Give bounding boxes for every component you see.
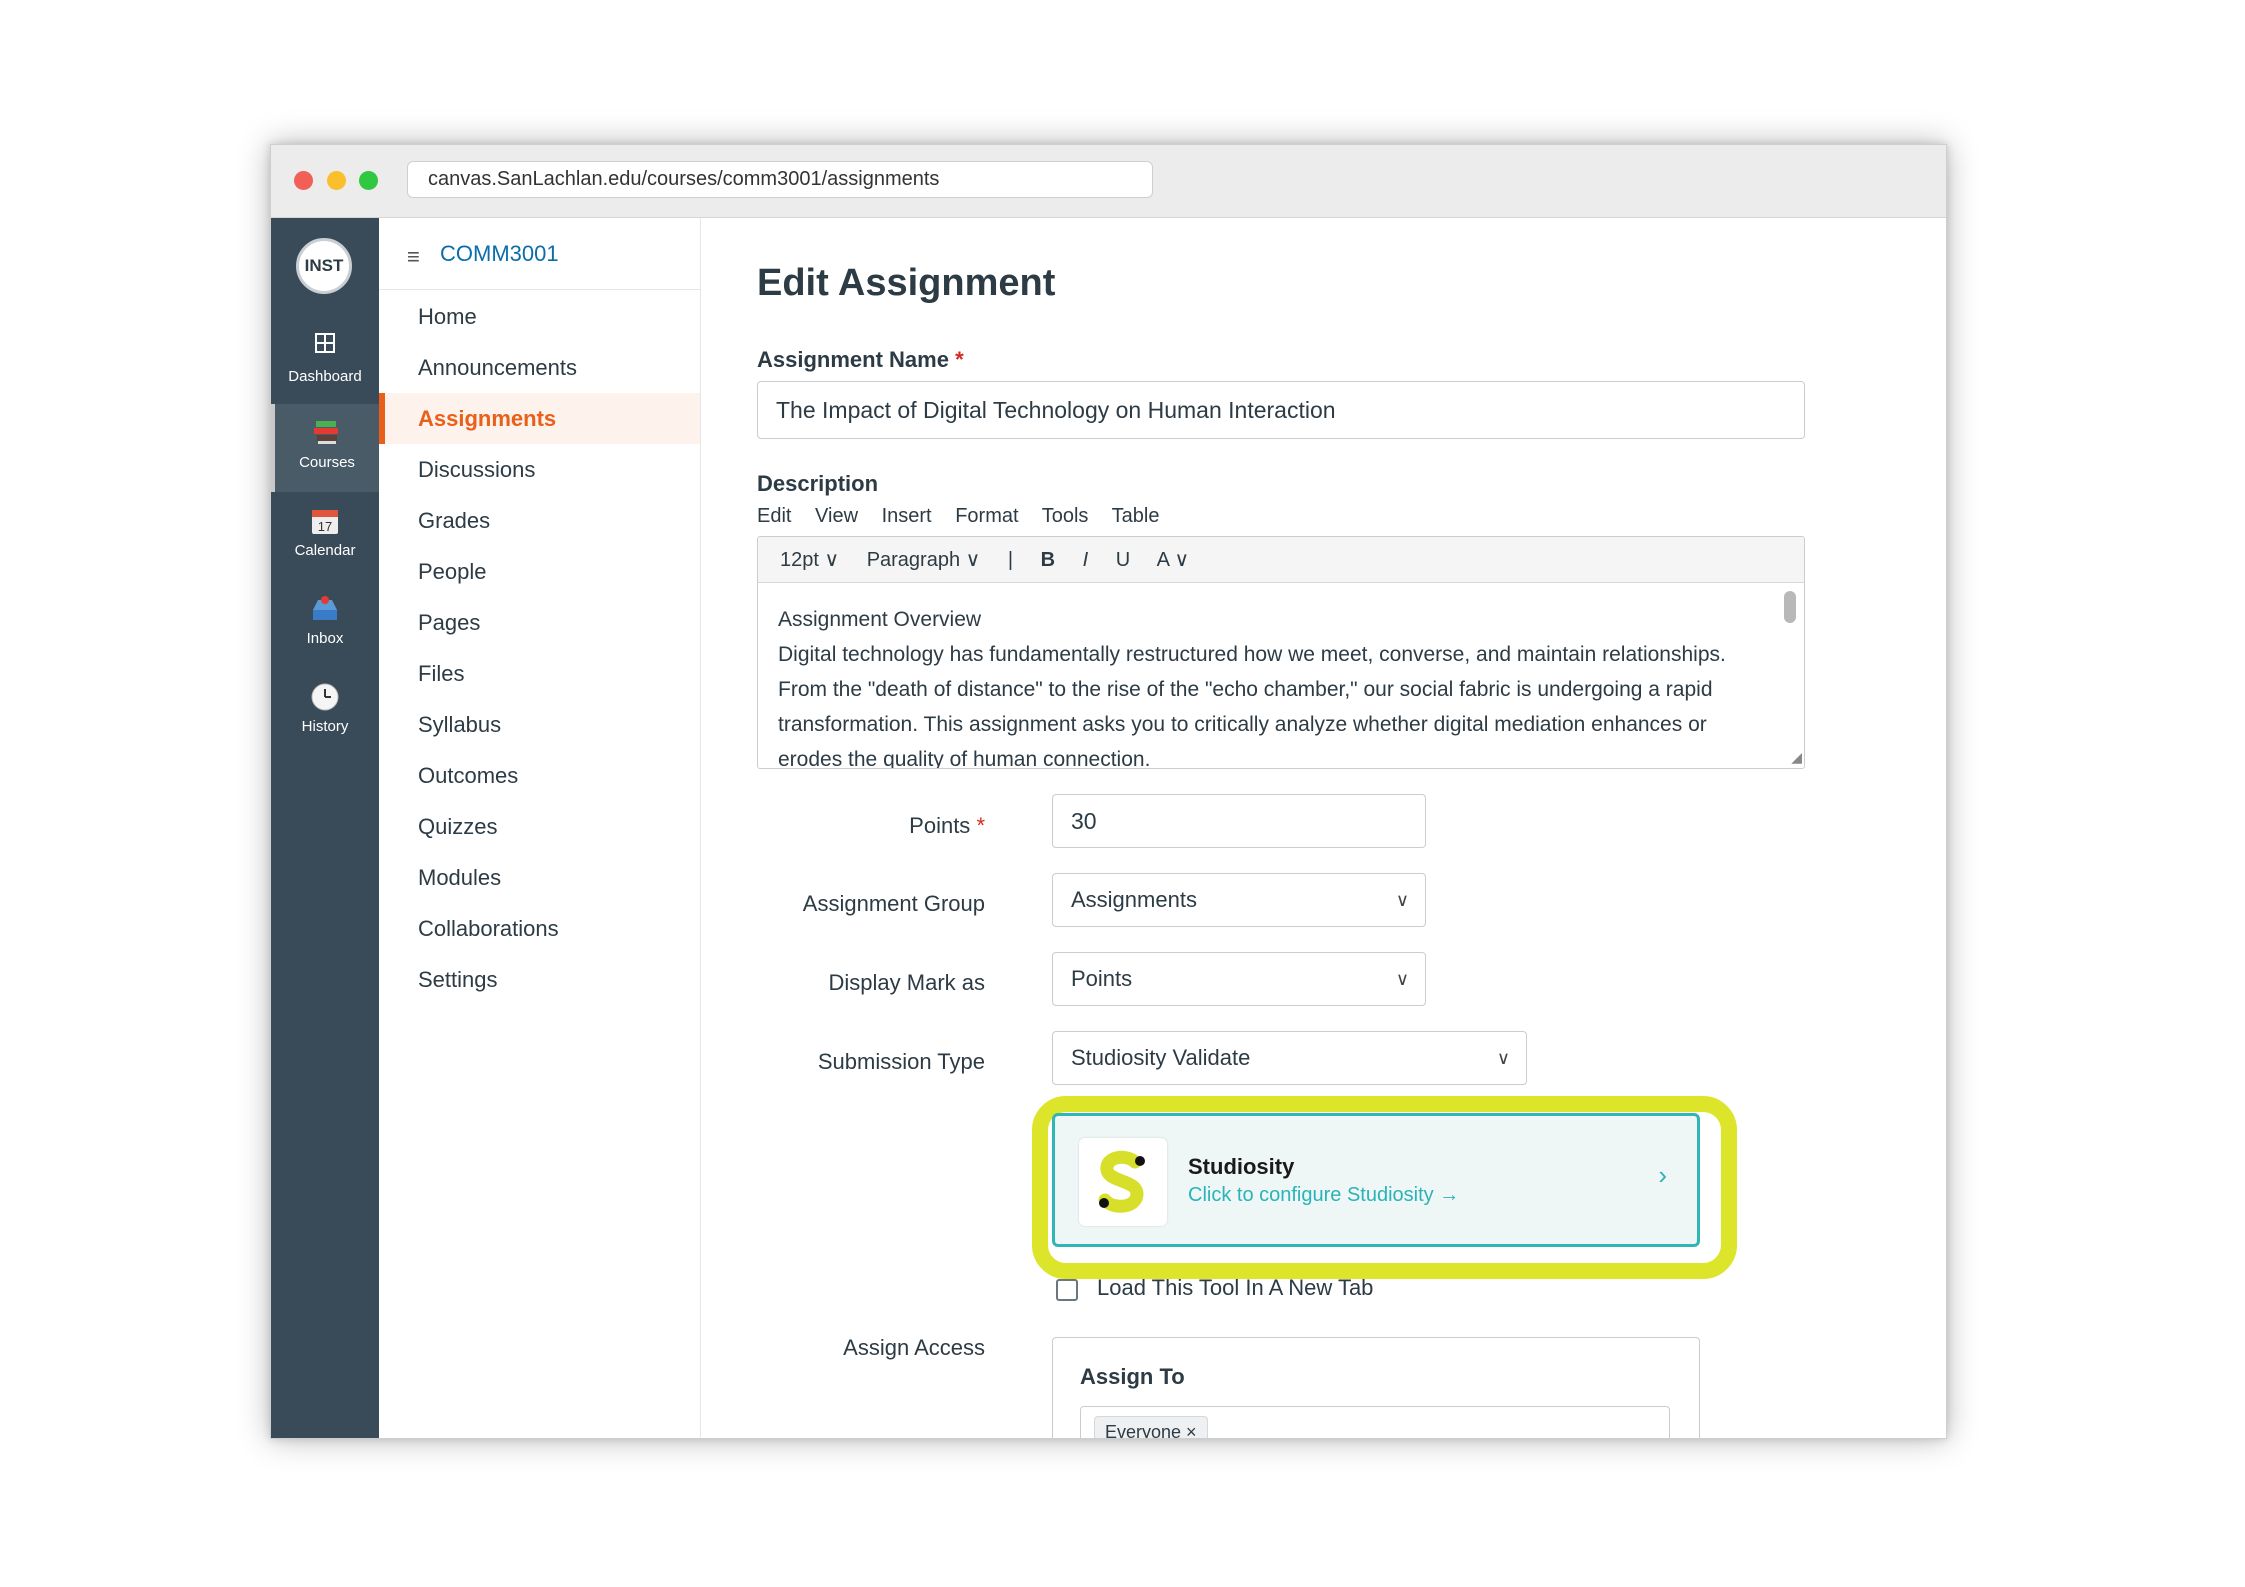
- course-nav-pages[interactable]: Pages: [379, 597, 700, 648]
- display-mark-select[interactable]: Points ∨: [1052, 952, 1426, 1006]
- assignment-group-label: Assignment Group: [802, 891, 985, 916]
- close-window-button[interactable]: [294, 171, 313, 190]
- dashboard-icon: [310, 332, 340, 362]
- course-nav-grades[interactable]: Grades: [379, 495, 700, 546]
- global-nav-dashboard[interactable]: Dashboard: [271, 318, 379, 406]
- new-tab-checkbox[interactable]: [1056, 1279, 1078, 1301]
- address-bar[interactable]: canvas.SanLachlan.edu/courses/comm3001/a…: [407, 161, 1153, 198]
- global-nav-history[interactable]: History: [271, 668, 379, 756]
- calendar-icon: 17: [310, 506, 340, 536]
- browser-titlebar: canvas.SanLachlan.edu/courses/comm3001/a…: [271, 145, 1946, 218]
- description-heading: Assignment Overview: [778, 608, 982, 631]
- submission-type-label: Submission Type: [817, 1049, 985, 1074]
- course-nav-modules[interactable]: Modules: [379, 852, 700, 903]
- assignment-name-label: Assignment Name *: [757, 347, 964, 372]
- rich-text-editor: 12pt ∨ Paragraph ∨ | B I U A ∨ Assignmen…: [757, 536, 1805, 769]
- course-nav-discussions[interactable]: Discussions: [379, 444, 700, 495]
- browser-window: canvas.SanLachlan.edu/courses/comm3001/a…: [270, 144, 1947, 1439]
- editor-menu-view[interactable]: View: [815, 505, 858, 527]
- assign-access-card: Assign To Everyone ×: [1052, 1337, 1700, 1438]
- course-nav-assignments[interactable]: Assignments: [379, 393, 700, 444]
- global-nav-courses[interactable]: Courses: [271, 404, 379, 492]
- minimize-window-button[interactable]: [327, 171, 346, 190]
- editor-scrollbar[interactable]: [1784, 591, 1796, 623]
- course-nav: ≡ COMM3001 Home Announcements Assignment…: [379, 218, 701, 1438]
- course-nav-header: ≡ COMM3001: [379, 218, 700, 290]
- inbox-icon: [310, 594, 340, 624]
- required-marker: *: [955, 347, 964, 372]
- assign-to-label: Assign To: [1080, 1364, 1185, 1389]
- course-nav-announcements[interactable]: Announcements: [379, 342, 700, 393]
- editor-menu-insert[interactable]: Insert: [882, 505, 932, 527]
- course-nav-people[interactable]: People: [379, 546, 700, 597]
- everyone-tag[interactable]: Everyone ×: [1094, 1416, 1208, 1438]
- assignment-group-select[interactable]: Assignments ∨: [1052, 873, 1426, 927]
- chevron-down-icon: ∨: [1395, 890, 1409, 910]
- assign-access-label: Assign Access: [843, 1335, 985, 1360]
- global-nav-inbox[interactable]: Inbox: [271, 580, 379, 668]
- course-nav-quizzes[interactable]: Quizzes: [379, 801, 700, 852]
- editor-menubar: Edit View Insert Format Tools Table: [757, 505, 1177, 528]
- institution-logo[interactable]: INST: [296, 238, 352, 294]
- course-nav-syllabus[interactable]: Syllabus: [379, 699, 700, 750]
- studiosity-logo-icon: [1079, 1138, 1167, 1226]
- display-mark-label: Display Mark as: [828, 970, 985, 995]
- editor-menu-edit[interactable]: Edit: [757, 505, 791, 527]
- bold-button[interactable]: B: [1041, 549, 1055, 571]
- studiosity-title: Studiosity: [1188, 1154, 1295, 1179]
- course-nav-files[interactable]: Files: [379, 648, 700, 699]
- editor-menu-tools[interactable]: Tools: [1042, 505, 1089, 527]
- points-input[interactable]: 30: [1052, 794, 1426, 848]
- chevron-down-icon: ∨: [1395, 969, 1409, 989]
- main-content: Edit Assignment Assignment Name * The Im…: [701, 218, 1946, 1438]
- global-nav-calendar[interactable]: 17 Calendar: [271, 492, 379, 580]
- course-nav-home[interactable]: Home: [379, 291, 700, 342]
- editor-toolbar: 12pt ∨ Paragraph ∨ | B I U A ∨: [758, 537, 1804, 583]
- global-nav: INST Dashboard Courses 17 Calendar Inbox: [271, 218, 379, 1438]
- text-color-dropdown[interactable]: A ∨: [1157, 549, 1189, 571]
- course-code-link[interactable]: COMM3001: [440, 241, 559, 267]
- studiosity-tool-card[interactable]: Studiosity Click to configure Studiosity…: [1052, 1113, 1700, 1247]
- editor-menu-table[interactable]: Table: [1112, 505, 1160, 527]
- chevron-right-icon: ›: [1658, 1160, 1667, 1190]
- chevron-down-icon: ∨: [1496, 1048, 1510, 1068]
- points-label: Points *: [909, 813, 985, 838]
- block-format-dropdown[interactable]: Paragraph ∨: [867, 549, 981, 571]
- editor-content-area[interactable]: Assignment Overview Digital technology h…: [758, 583, 1804, 769]
- configure-studiosity-link[interactable]: Click to configure Studiosity →: [1188, 1184, 1459, 1207]
- svg-text:17: 17: [318, 519, 332, 534]
- resize-handle-icon[interactable]: ◢: [1791, 749, 1802, 766]
- editor-menu-format[interactable]: Format: [955, 505, 1018, 527]
- hamburger-menu-icon[interactable]: ≡: [407, 244, 420, 270]
- page-title: Edit Assignment: [757, 262, 1056, 304]
- course-nav-outcomes[interactable]: Outcomes: [379, 750, 700, 801]
- toolbar-separator: |: [1007, 549, 1014, 571]
- font-size-dropdown[interactable]: 12pt ∨: [780, 549, 839, 571]
- maximize-window-button[interactable]: [359, 171, 378, 190]
- italic-button[interactable]: I: [1083, 549, 1089, 571]
- submission-type-select[interactable]: Studiosity Validate ∨: [1052, 1031, 1527, 1085]
- history-icon: [310, 682, 340, 712]
- new-tab-label: Load This Tool In A New Tab: [1097, 1275, 1374, 1300]
- course-nav-settings[interactable]: Settings: [379, 954, 700, 1005]
- assign-to-input[interactable]: Everyone ×: [1080, 1406, 1670, 1438]
- courses-icon: [312, 418, 342, 448]
- underline-button[interactable]: U: [1116, 549, 1130, 571]
- assignment-name-input[interactable]: The Impact of Digital Technology on Huma…: [757, 381, 1805, 439]
- description-label: Description: [757, 471, 879, 496]
- course-nav-collaborations[interactable]: Collaborations: [379, 903, 700, 954]
- description-text: Digital technology has fundamentally res…: [778, 643, 1726, 769]
